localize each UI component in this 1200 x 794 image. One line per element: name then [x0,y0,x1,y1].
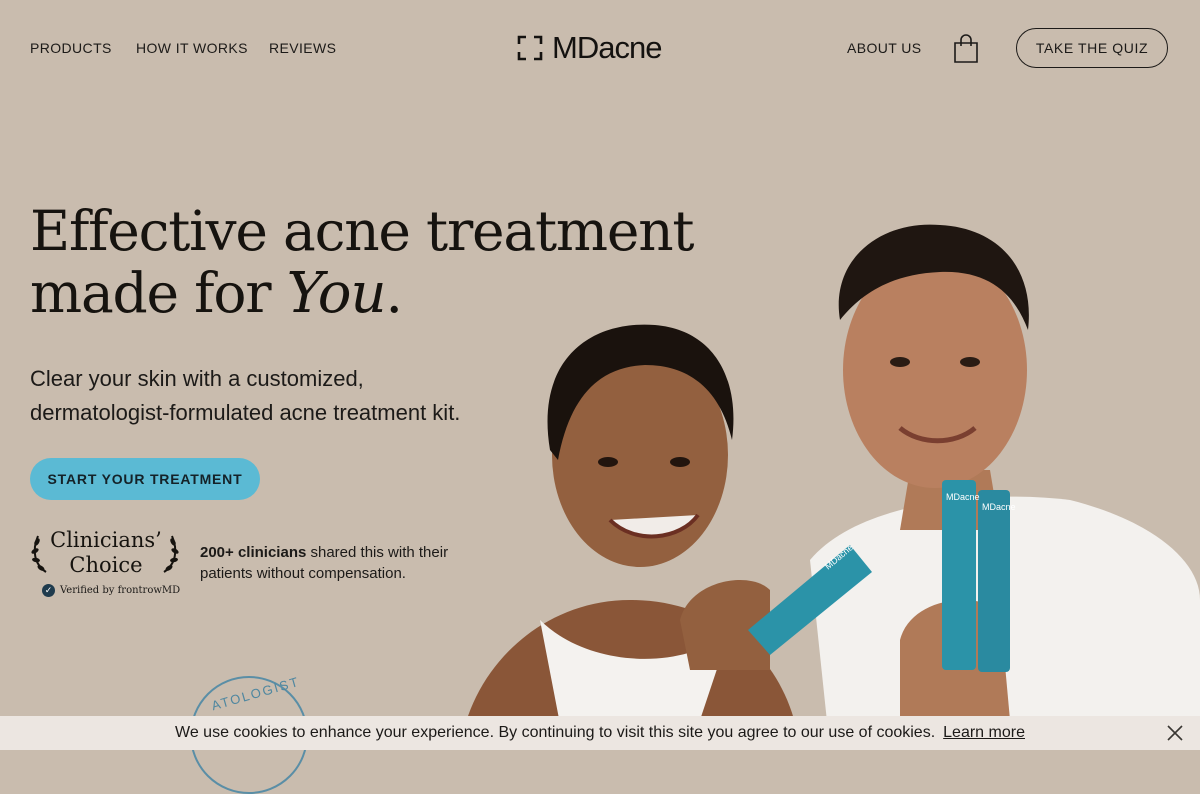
take-the-quiz-button[interactable]: TAKE THE QUIZ [1016,28,1168,68]
close-icon[interactable] [1166,724,1184,742]
cookie-message: We use cookies to enhance your experienc… [175,724,936,741]
nav-link-products[interactable]: PRODUCTS [30,40,112,56]
subtitle-line-2: dermatologist-formulated acne treatment … [30,400,461,425]
stamp-text: ATOLOGIST [209,673,302,714]
verified-text: Verified by frontrowMD [60,585,181,596]
nav-link-about-us[interactable]: ABOUT US [847,40,922,56]
badge-line-2: Choice [69,553,143,577]
verified-line: ✓ Verified by frontrowMD [42,584,180,597]
top-navigation: PRODUCTS HOW IT WORKS REVIEWS MDacne ABO… [0,0,1200,96]
cookie-learn-more-link[interactable]: Learn more [943,724,1025,742]
headline-script-word: You [286,261,387,326]
hero-photo-couple: MDacne MDacne MDacne [460,224,1200,750]
badge-line-1: Clinicians’ [50,528,162,552]
clinicians-count: 200+ clinicians [200,544,307,561]
nav-link-how-it-works[interactable]: HOW IT WORKS [136,40,248,56]
start-treatment-button[interactable]: START YOUR TREATMENT [30,458,260,500]
man-product-tubes: MDacne MDacne [942,480,1016,672]
badge-title: Clinicians’ Choice [30,528,182,578]
tube-label-2: MDacne [982,502,1016,512]
headline-prefix: made for [30,261,272,325]
brand-logo[interactable]: MDacne [517,30,662,66]
nav-link-reviews[interactable]: REVIEWS [269,40,336,56]
headline-period: . [385,261,404,325]
tube-label-1: MDacne [946,492,980,502]
cookie-banner: We use cookies to enhance your experienc… [0,716,1200,750]
logo-mark-icon [517,35,543,61]
logo-text: MDacne [552,30,662,65]
check-icon: ✓ [42,584,55,597]
shopping-bag-icon[interactable] [953,34,979,64]
clinicians-choice-badge: Clinicians’ Choice ✓ Verified by frontro… [30,528,182,602]
subtitle-line-1: Clear your skin with a customized, [30,366,364,391]
